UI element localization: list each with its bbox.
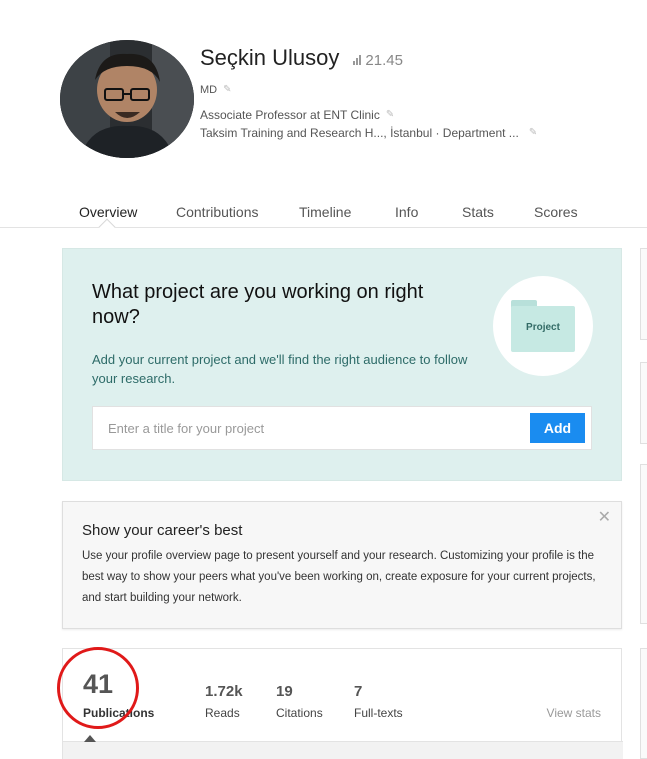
project-card: What project are you working on right no…	[62, 248, 622, 481]
tab-info[interactable]: Info	[395, 204, 418, 220]
fulltexts-label[interactable]: Full-texts	[354, 706, 403, 720]
avatar[interactable]	[60, 40, 194, 158]
pencil-icon[interactable]: ✎	[223, 85, 233, 95]
side-card	[640, 362, 647, 444]
citations-label[interactable]: Citations	[276, 706, 323, 720]
profile-institution[interactable]: Taksim Training and Research H..., İstan…	[200, 126, 519, 140]
tab-stats[interactable]: Stats	[462, 204, 494, 220]
tab-contributions[interactable]: Contributions	[176, 204, 259, 220]
pencil-icon[interactable]: ✎	[386, 110, 396, 120]
rg-score[interactable]: 21.45	[353, 52, 403, 69]
tab-timeline[interactable]: Timeline	[299, 204, 351, 220]
project-card-title: What project are you working on right no…	[92, 281, 424, 328]
project-input-wrapper: Add	[92, 406, 592, 450]
add-project-button[interactable]: Add	[530, 413, 585, 443]
career-tip-title: Show your career's best	[82, 522, 243, 539]
side-card	[640, 648, 647, 759]
selected-stat-indicator	[84, 735, 96, 742]
folder-icon: Project	[511, 300, 575, 352]
folder-label: Project	[526, 322, 560, 333]
tab-scores[interactable]: Scores	[534, 204, 578, 220]
project-illustration: Project	[493, 276, 593, 376]
project-title-input[interactable]	[93, 407, 523, 449]
side-card	[640, 248, 647, 340]
profile-tabs: Overview Contributions Timeline Info Sta…	[0, 196, 647, 228]
fulltexts-count[interactable]: 7	[354, 683, 362, 700]
close-icon[interactable]: ✕	[598, 510, 611, 526]
reads-count[interactable]: 1.72k	[205, 683, 243, 700]
view-stats-link[interactable]: View stats	[547, 706, 601, 720]
project-card-subtitle: Add your current project and we'll find …	[92, 352, 468, 386]
career-tip-text: Use your profile overview page to presen…	[82, 550, 596, 604]
reads-label[interactable]: Reads	[205, 706, 240, 720]
pencil-icon[interactable]: ✎	[529, 128, 539, 138]
side-card	[640, 464, 647, 624]
stats-card: 41 Publications 1.72k Reads 19 Citations…	[62, 648, 623, 759]
rg-score-value: 21.45	[365, 51, 403, 69]
stats-detail-strip	[63, 741, 623, 759]
tab-overview[interactable]: Overview	[79, 204, 137, 220]
citations-count[interactable]: 19	[276, 683, 293, 700]
profile-name: Seçkin Ulusoy	[200, 45, 340, 70]
highlight-circle	[57, 647, 139, 729]
career-tip-card: Show your career's best Use your profile…	[62, 501, 622, 629]
profile-position: Associate Professor at ENT Clinic	[200, 108, 380, 122]
bar-chart-icon	[353, 55, 362, 65]
profile-degree: MD	[200, 84, 218, 96]
